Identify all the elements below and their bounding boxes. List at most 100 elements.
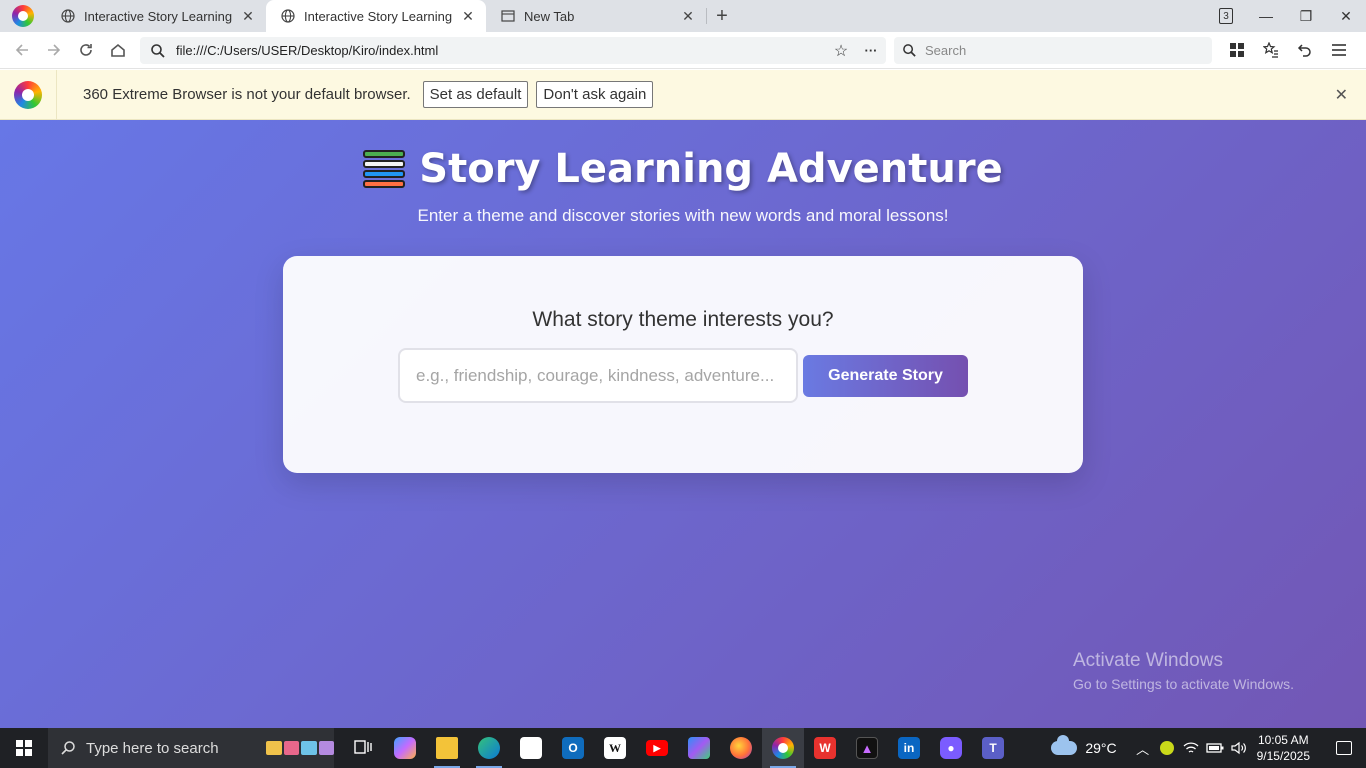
- search-placeholder: Search: [925, 43, 967, 58]
- wikipedia-icon[interactable]: W: [594, 728, 636, 768]
- search-highlight-icon: [266, 737, 334, 759]
- prompt-heading: What story theme interests you?: [532, 308, 834, 331]
- globe-icon: [280, 8, 296, 24]
- taskbar-search[interactable]: Type here to search: [48, 728, 334, 768]
- volume-icon[interactable]: [1227, 728, 1251, 768]
- books-icon: [363, 149, 406, 189]
- window-controls: 3 — ❐ ✕: [1206, 0, 1366, 32]
- home-icon: [111, 43, 125, 57]
- url-text: file:///C:/Users/USER/Desktop/Kiro/index…: [176, 43, 439, 58]
- more-options-icon[interactable]: ···: [856, 43, 886, 58]
- toolbar-right-tools: [1220, 36, 1356, 64]
- taskbar-search-placeholder: Type here to search: [86, 739, 219, 757]
- close-icon[interactable]: ✕: [1335, 85, 1348, 105]
- new-tab-button[interactable]: +: [707, 0, 737, 32]
- theme-input[interactable]: [398, 348, 798, 403]
- discord-icon[interactable]: ●: [930, 728, 972, 768]
- arrow-left-icon: [15, 44, 28, 56]
- task-view-icon[interactable]: [342, 728, 384, 768]
- address-bar[interactable]: file:///C:/Users/USER/Desktop/Kiro/index…: [140, 37, 886, 64]
- system-tray: 29°C ︿ 10:05 AM 9/15/2025: [1051, 728, 1366, 768]
- tab-title: Interactive Story Learning App: [304, 8, 454, 24]
- browser-tab-bar: Interactive Story Learning App ✕ Interac…: [0, 0, 1366, 32]
- newtab-icon: [500, 8, 516, 24]
- menu-icon[interactable]: [1322, 36, 1356, 64]
- close-icon[interactable]: ✕: [680, 8, 696, 24]
- tab-title: New Tab: [524, 8, 575, 24]
- tab-story-app-1[interactable]: Interactive Story Learning App ✕: [46, 0, 266, 32]
- tab-count-badge: 3: [1219, 8, 1233, 24]
- default-browser-infobar: 360 Extreme Browser is not your default …: [0, 69, 1366, 120]
- notification-icon: [1336, 741, 1352, 755]
- favorites-icon[interactable]: [1254, 36, 1288, 64]
- search-icon: [903, 44, 916, 57]
- weather-widget[interactable]: 29°C: [1051, 735, 1117, 756]
- close-icon[interactable]: ✕: [240, 8, 256, 24]
- windows-taskbar: Type here to search O W ▶ W ▲ in ● T 29°…: [0, 728, 1366, 768]
- edge-icon[interactable]: [468, 728, 510, 768]
- generate-story-button[interactable]: Generate Story: [803, 355, 968, 397]
- copilot-icon[interactable]: [384, 728, 426, 768]
- affinity-icon[interactable]: ▲: [846, 728, 888, 768]
- close-icon[interactable]: ✕: [460, 8, 476, 24]
- reload-icon: [80, 44, 92, 56]
- security-status-icon[interactable]: [1155, 728, 1179, 768]
- wifi-icon[interactable]: [1179, 728, 1203, 768]
- outlook-icon[interactable]: O: [552, 728, 594, 768]
- bookmark-star-icon[interactable]: ☆: [826, 41, 856, 61]
- close-window-button[interactable]: ✕: [1326, 0, 1366, 32]
- undo-icon[interactable]: [1288, 36, 1322, 64]
- clock-date: 9/15/2025: [1256, 749, 1310, 763]
- search-icon: [61, 741, 75, 755]
- browser-toolbar: file:///C:/Users/USER/Desktop/Kiro/index…: [0, 32, 1366, 69]
- taskbar-apps: O W ▶ W ▲ in ● T: [342, 728, 1014, 768]
- battery-icon[interactable]: [1203, 728, 1227, 768]
- tab-count-button[interactable]: 3: [1206, 0, 1246, 32]
- tab-title: Interactive Story Learning App: [84, 8, 234, 24]
- chevron-up-icon[interactable]: ︿: [1131, 728, 1155, 768]
- activate-windows-watermark: Activate Windows Go to Settings to activ…: [1073, 650, 1294, 692]
- 360-browser-icon[interactable]: [762, 728, 804, 768]
- forward-button[interactable]: [38, 34, 70, 66]
- restore-button[interactable]: ❐: [1286, 0, 1326, 32]
- microsoft-store-icon[interactable]: [510, 728, 552, 768]
- reload-button[interactable]: [70, 34, 102, 66]
- app-subtitle: Enter a theme and discover stories with …: [417, 206, 949, 225]
- notifications-button[interactable]: [1322, 728, 1366, 768]
- browser-search-box[interactable]: Search: [894, 37, 1212, 64]
- app-title-text: Story Learning Adventure: [419, 146, 1003, 192]
- cloud-icon: [1051, 735, 1078, 755]
- browser-logo-icon[interactable]: [0, 0, 46, 32]
- weather-temperature: 29°C: [1085, 740, 1117, 756]
- set-as-default-button[interactable]: Set as default: [422, 81, 529, 108]
- search-icon: [151, 43, 165, 58]
- watermark-subtitle: Go to Settings to activate Windows.: [1073, 676, 1294, 692]
- apps-grid-icon[interactable]: [1220, 36, 1254, 64]
- windows-logo-icon: [16, 740, 32, 756]
- m365-icon[interactable]: [678, 728, 720, 768]
- back-button[interactable]: [6, 34, 38, 66]
- home-button[interactable]: [102, 34, 134, 66]
- tab-new-tab[interactable]: New Tab ✕: [486, 0, 706, 32]
- app-header: Story Learning Adventure Enter a theme a…: [0, 146, 1366, 226]
- start-button[interactable]: [0, 728, 48, 768]
- taskbar-clock[interactable]: 10:05 AM 9/15/2025: [1257, 732, 1310, 764]
- clock-time: 10:05 AM: [1257, 733, 1309, 747]
- firefox-icon[interactable]: [720, 728, 762, 768]
- browser-logo-icon: [0, 69, 57, 120]
- page-title: Story Learning Adventure: [363, 146, 1003, 192]
- tab-story-app-2[interactable]: Interactive Story Learning App ✕: [266, 0, 486, 32]
- infobar-message: 360 Extreme Browser is not your default …: [83, 86, 411, 103]
- dont-ask-again-button[interactable]: Don't ask again: [536, 81, 654, 108]
- arrow-right-icon: [48, 44, 61, 56]
- watermark-title: Activate Windows: [1073, 650, 1223, 671]
- minimize-button[interactable]: —: [1246, 0, 1286, 32]
- theme-input-card: What story theme interests you? Generate…: [283, 256, 1083, 473]
- linkedin-icon[interactable]: in: [888, 728, 930, 768]
- teams-icon[interactable]: T: [972, 728, 1014, 768]
- wps-office-icon[interactable]: W: [804, 728, 846, 768]
- story-app-page: Story Learning Adventure Enter a theme a…: [0, 120, 1366, 728]
- youtube-icon[interactable]: ▶: [636, 728, 678, 768]
- file-explorer-icon[interactable]: [426, 728, 468, 768]
- globe-icon: [60, 8, 76, 24]
